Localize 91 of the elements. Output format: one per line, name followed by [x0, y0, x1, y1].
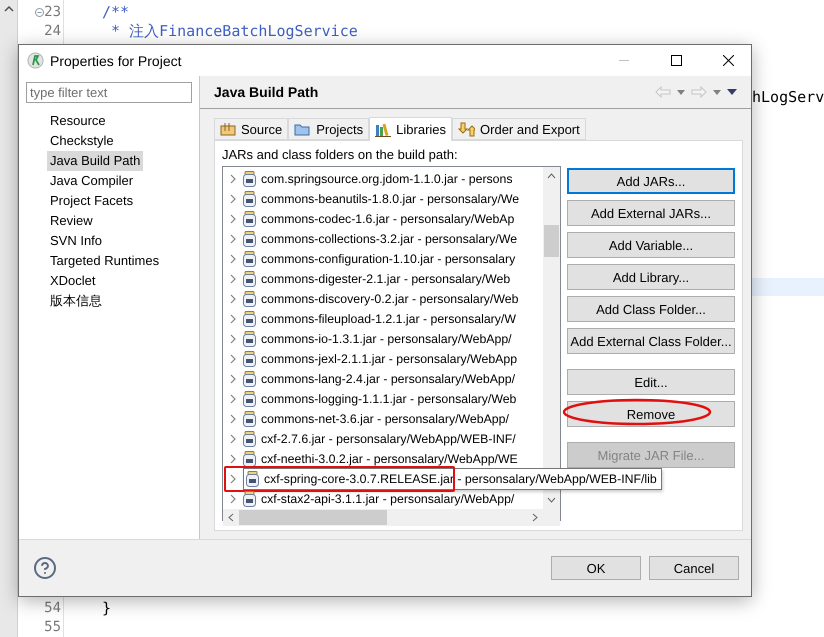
- scroll-left-icon[interactable]: [228, 513, 234, 522]
- dialog-button[interactable]: Cancel: [649, 556, 739, 580]
- library-entry[interactable]: commons-discovery-0.2.jar - personsalary/Web: [261, 292, 518, 306]
- jar-icon: [243, 251, 256, 267]
- jar-icon: [243, 351, 256, 367]
- library-entry[interactable]: commons-beanutils-1.8.0.jar - personsalary/We: [261, 192, 520, 206]
- filter-field[interactable]: type filter text: [26, 82, 192, 103]
- tab[interactable]: Projects: [288, 118, 370, 140]
- sidebar-item[interactable]: Java Compiler: [47, 171, 136, 191]
- jar-icon: [243, 411, 256, 427]
- jar-icon: [243, 291, 256, 307]
- jar-icon: [246, 471, 259, 487]
- jar-icon: [243, 391, 256, 407]
- sidebar-item[interactable]: Checkstyle: [47, 131, 117, 151]
- jar-icon: [243, 431, 256, 447]
- scroll-down-icon[interactable]: [547, 497, 556, 503]
- dialog-button[interactable]: OK: [551, 556, 641, 580]
- jar-icon: [243, 491, 256, 507]
- library-entry[interactable]: commons-lang-2.4.jar - personsalary/WebApp/: [261, 372, 516, 386]
- dropdown-icon[interactable]: [713, 90, 721, 94]
- action-button[interactable]: Edit...: [567, 369, 735, 395]
- fold-icon[interactable]: [35, 8, 44, 17]
- page-title: Java Build Path: [214, 84, 320, 100]
- jar-icon: [243, 331, 256, 347]
- library-entry[interactable]: commons-codec-1.6.jar - personsalary/WebAp: [261, 212, 514, 226]
- scroll-up-icon[interactable]: [4, 6, 14, 12]
- library-entry[interactable]: com.springsource.org.jdom-1.1.0.jar - persons: [261, 172, 513, 186]
- dropdown-icon[interactable]: [677, 90, 685, 94]
- action-button[interactable]: Add Variable...: [567, 232, 735, 258]
- action-button[interactable]: Add External Class Folder...: [567, 328, 735, 354]
- jar-icon: [243, 271, 256, 287]
- window-title: Properties for Project: [50, 52, 182, 68]
- scroll-thumb[interactable]: [544, 225, 559, 257]
- sidebar-item[interactable]: Resource: [47, 111, 109, 131]
- tab[interactable]: Libraries: [369, 117, 452, 141]
- action-button[interactable]: Add JARs...: [567, 168, 735, 194]
- line-number: 55: [44, 618, 61, 637]
- close-icon: [722, 55, 734, 66]
- library-entry[interactable]: cxf-neethi-3.0.2.jar - personsalary/WebApp/WE: [261, 452, 518, 466]
- library-entry[interactable]: cxf-spring-core-3.0.7.RELEASE.jar - personsalary/WebApp/WEB-INF/lib: [264, 472, 657, 486]
- code-fragment: hLogServ: [752, 88, 824, 106]
- jar-icon: [243, 211, 256, 227]
- jar-icon: [243, 451, 256, 467]
- library-entry[interactable]: commons-fileupload-1.2.1.jar - personsalary/W: [261, 312, 516, 326]
- up-down-arrows-icon: [458, 122, 476, 136]
- jar-icon: [243, 171, 256, 187]
- line-number: 24: [44, 22, 61, 41]
- sidebar-item[interactable]: Java Build Path: [47, 151, 144, 171]
- sidebar-item[interactable]: Review: [47, 211, 96, 231]
- books-icon: [375, 122, 392, 136]
- sidebar-item[interactable]: Project Facets: [47, 191, 136, 211]
- jar-icon: [243, 191, 256, 207]
- library-entry[interactable]: commons-collections-3.2.jar - personsalary/We: [261, 232, 518, 246]
- folder-icon: [294, 122, 312, 136]
- action-button[interactable]: Add Library...: [567, 264, 735, 290]
- code-line: }: [102, 599, 112, 617]
- sidebar-item[interactable]: Targeted Runtimes: [47, 251, 162, 271]
- library-entry[interactable]: commons-logging-1.1.1.jar - personsalary/Web: [261, 392, 516, 406]
- code-line: /**: [102, 3, 130, 21]
- library-entry[interactable]: commons-configuration-1.10.jar - personsalary: [261, 252, 516, 266]
- line-number: 54: [44, 599, 61, 618]
- current-line-highlight: [752, 278, 824, 296]
- library-entry[interactable]: commons-digester-2.1.jar - personsalary/Web: [261, 272, 510, 286]
- library-entry[interactable]: commons-net-3.6.jar - personsalary/WebApp/: [261, 412, 509, 426]
- line-number: 23: [44, 3, 61, 22]
- jar-icon: [243, 371, 256, 387]
- action-button[interactable]: Add Class Folder...: [567, 296, 735, 322]
- sidebar-item[interactable]: XDoclet: [47, 271, 99, 291]
- menu-icon[interactable]: [727, 89, 737, 95]
- package-icon: [220, 122, 236, 136]
- sidebar-item[interactable]: SVN Info: [47, 231, 106, 251]
- action-button[interactable]: Add External JARs...: [567, 200, 735, 226]
- list-label: JARs and class folders on the build path:: [222, 147, 459, 164]
- library-entry[interactable]: commons-io-1.3.1.jar - personsalary/WebApp/: [261, 332, 512, 346]
- scroll-thumb[interactable]: [239, 510, 387, 525]
- minimize-icon: [619, 60, 629, 62]
- tab[interactable]: Order and Export: [452, 118, 586, 140]
- jar-icon: [243, 311, 256, 327]
- code-line: * 注入FinanceBatchLogService: [110, 22, 358, 40]
- horizontal-scrollbar[interactable]: [223, 509, 560, 526]
- scroll-up-icon[interactable]: [547, 173, 556, 179]
- scroll-right-icon[interactable]: [532, 513, 538, 522]
- library-entry[interactable]: cxf-stax2-api-3.1.1.jar - personsalary/WebApp/: [261, 492, 514, 506]
- library-entry[interactable]: commons-jexl-2.1.1.jar - personsalary/WebApp: [261, 352, 518, 366]
- jar-icon: [243, 231, 256, 247]
- maximize-icon: [670, 55, 682, 66]
- tab[interactable]: Source: [214, 118, 288, 140]
- help-icon[interactable]: [33, 556, 57, 580]
- app-icon: [27, 52, 44, 69]
- sidebar-item[interactable]: 版本信息: [47, 291, 105, 311]
- library-entry[interactable]: cxf-2.7.6.jar - personsalary/WebApp/WEB-INF/: [261, 432, 516, 446]
